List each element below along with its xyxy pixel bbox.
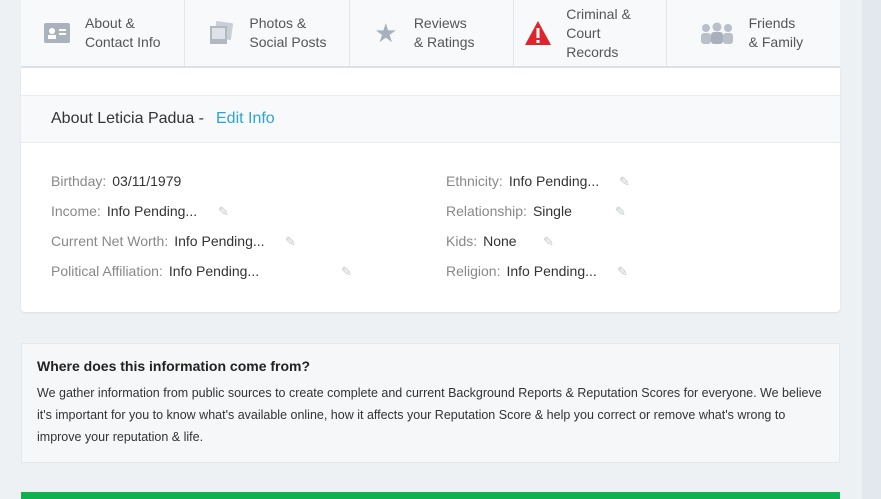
field-label: Current Net Worth: [51, 233, 169, 249]
field-left-2: Current Net Worth: Info Pending... [51, 233, 265, 249]
field-left-3: Political Affiliation: Info Pending... [51, 263, 259, 279]
pencil-edit-icon[interactable]: ✎ [285, 234, 296, 250]
photos-icon [207, 19, 235, 47]
about-card: About Leticia Padua - Edit Info Birthday… [21, 68, 840, 312]
field-value: Single [532, 203, 572, 219]
tab-label: About & [85, 15, 135, 31]
field-label: Income: [51, 203, 101, 219]
field-right-0: Ethnicity: Info Pending... [446, 173, 599, 189]
info-source-box: Where does this information come from? W… [21, 343, 840, 463]
field-value: Info Pending... [508, 173, 600, 189]
edit-info-link[interactable]: Edit Info [216, 110, 275, 128]
star-icon: ★ [374, 17, 398, 48]
tab-label: Friends [748, 15, 796, 31]
green-banner [21, 492, 840, 499]
field-value: Info Pending... [106, 203, 198, 219]
tab-label: Contact Info [85, 34, 161, 50]
tab-label: & Family [748, 34, 804, 50]
scrollbar-track[interactable] [862, 0, 881, 499]
field-label: Relationship: [446, 203, 527, 219]
info-source-title: Where does this information come from? [37, 358, 311, 374]
tab-label: Criminal & Court [566, 5, 631, 41]
field-label: Religion: [446, 263, 501, 279]
field-value: Info Pending... [506, 263, 597, 279]
warning-icon [524, 19, 552, 47]
tab-about-contact[interactable]: About & Contact Info [21, 0, 186, 66]
tab-label: Photos & [249, 15, 307, 31]
field-right-3: Religion: Info Pending... [446, 263, 597, 279]
tab-label: Social Posts [249, 34, 327, 50]
field-left-0: Birthday: 03/11/1979 [51, 173, 181, 189]
tab-label: Records [566, 43, 619, 60]
contact-card-icon [43, 19, 71, 47]
tab-reviews-ratings[interactable]: ★ Reviews & Ratings [350, 0, 515, 66]
pencil-edit-icon[interactable]: ✎ [543, 234, 554, 250]
tab-photos-social[interactable]: Photos & Social Posts [185, 0, 350, 66]
pencil-edit-icon[interactable]: ✎ [619, 174, 630, 190]
about-header: About Leticia Padua - Edit Info [21, 95, 840, 143]
tab-label: Reviews [413, 15, 467, 31]
field-right-1: Relationship: Single [446, 203, 572, 219]
about-title: About Leticia Padua - [51, 110, 204, 127]
tab-criminal-court[interactable]: Criminal & Court Records [514, 0, 667, 66]
field-value: 03/11/1979 [112, 173, 182, 189]
pencil-edit-icon[interactable]: ✎ [615, 204, 626, 220]
field-label: Kids: [446, 233, 478, 249]
field-right-2: Kids: None [446, 233, 517, 249]
field-left-1: Income: Info Pending... [51, 203, 197, 219]
pencil-edit-icon[interactable]: ✎ [341, 264, 352, 280]
field-value: Info Pending... [168, 263, 260, 279]
field-label: Political Affiliation: [51, 263, 163, 279]
field-label: Birthday: [51, 173, 107, 189]
section-tabs: About & Contact Info Photos & Social Posts… [21, 0, 840, 68]
field-label: Ethnicity: [446, 173, 503, 189]
tab-friends-family[interactable]: Friends & Family [667, 0, 840, 66]
tab-label: & Ratings [413, 34, 475, 50]
pencil-edit-icon[interactable]: ✎ [218, 204, 229, 220]
info-source-body: We gather information from public source… [37, 386, 822, 444]
field-value: None [483, 233, 517, 249]
people-icon [699, 19, 735, 47]
pencil-edit-icon[interactable]: ✎ [617, 264, 628, 280]
field-value: Info Pending... [174, 233, 265, 249]
